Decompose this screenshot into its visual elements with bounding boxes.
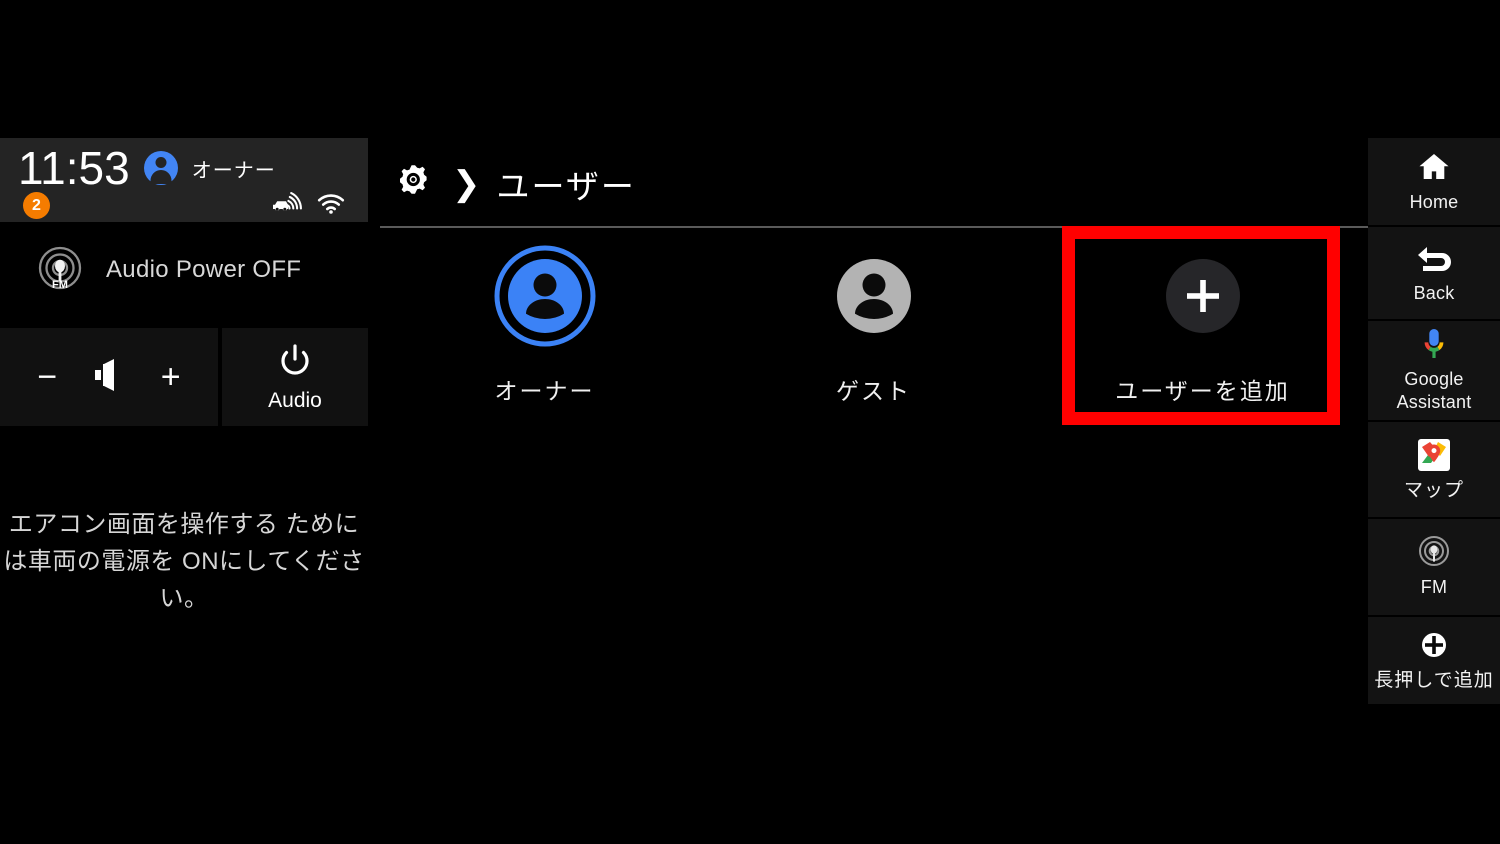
fm-broadcast-icon xyxy=(1417,535,1451,569)
sidebar-item-fm[interactable]: FM xyxy=(1368,519,1500,615)
power-icon xyxy=(275,342,315,385)
audio-control-row: − + Audio xyxy=(0,328,368,426)
user-label: ユーザーを追加 xyxy=(1115,378,1290,404)
volume-down-button[interactable]: − xyxy=(26,360,68,394)
clock: 11:53 xyxy=(18,142,130,194)
plus-icon xyxy=(1165,259,1240,333)
car-signal-icon xyxy=(272,191,302,220)
user-tile-guest[interactable]: ゲスト xyxy=(709,230,1038,430)
sidebar-item-add-shortcut[interactable]: 長押しで追加 xyxy=(1368,616,1500,704)
svg-text:FM: FM xyxy=(52,279,68,291)
google-assistant-mic-icon xyxy=(1420,327,1448,361)
sidebar-item-label: Home xyxy=(1409,191,1459,212)
sidebar-item-label: FM xyxy=(1420,576,1448,597)
main-content: ❯ ユーザー オーナー ゲスト ユーザーを追加 xyxy=(380,138,1368,718)
audio-source-label: Audio Power OFF xyxy=(106,256,302,283)
breadcrumb-separator-icon: ❯ xyxy=(452,165,481,203)
back-arrow-icon xyxy=(1414,241,1454,275)
add-user-button[interactable]: ユーザーを追加 xyxy=(1038,230,1367,430)
audio-source-row[interactable]: FM Audio Power OFF xyxy=(0,234,368,306)
audio-power-label: Audio xyxy=(268,388,322,412)
person-avatar-icon xyxy=(493,244,597,348)
user-tile-owner[interactable]: オーナー xyxy=(380,230,709,430)
person-avatar-icon xyxy=(822,244,926,348)
breadcrumb: ❯ ユーザー xyxy=(394,152,636,216)
user-list: オーナー ゲスト ユーザーを追加 xyxy=(380,230,1368,460)
user-label: オーナー xyxy=(494,378,595,404)
notification-badge[interactable]: 2 xyxy=(23,192,50,219)
user-label: ゲスト xyxy=(836,378,911,404)
status-bar-secondary-row: 2 xyxy=(0,190,368,222)
home-icon xyxy=(1417,150,1451,184)
page-title: ユーザー xyxy=(496,168,636,205)
sidebar-item-home[interactable]: Home xyxy=(1368,138,1500,226)
header-divider xyxy=(380,226,1368,228)
status-bar-primary-row: 11:53 オーナー xyxy=(18,142,276,194)
left-panel: 11:53 オーナー 2 FM Audio Power OFF − + Audi… xyxy=(0,138,368,698)
sidebar-item-maps[interactable]: マップ xyxy=(1368,422,1500,518)
volume-up-button[interactable]: + xyxy=(150,360,192,394)
current-user-avatar-icon xyxy=(143,151,178,185)
fm-broadcast-icon: FM xyxy=(34,244,86,296)
hvac-unavailable-message: エアコン画面を操作する ためには車両の電源を ONにしてください。 xyxy=(3,511,365,612)
volume-control-group: − + xyxy=(0,328,218,426)
sidebar-item-back[interactable]: Back xyxy=(1368,227,1500,319)
sidebar-item-google-assistant[interactable]: Google Assistant xyxy=(1368,320,1500,420)
wifi-icon xyxy=(316,191,346,220)
infotainment-screen: 11:53 オーナー 2 FM Audio Power OFF − + Audi… xyxy=(0,0,1500,844)
sidebar-item-label: Google Assistant xyxy=(1396,368,1472,412)
google-maps-icon xyxy=(1418,438,1450,472)
speaker-icon[interactable] xyxy=(89,356,129,399)
status-icon-group xyxy=(272,190,346,220)
right-sidebar: Home Back Google Assistant マップ FM 長押しで追加 xyxy=(1368,138,1500,704)
gear-icon[interactable] xyxy=(394,161,436,208)
audio-power-button[interactable]: Audio xyxy=(222,328,368,426)
status-bar[interactable]: 11:53 オーナー 2 xyxy=(0,138,368,222)
sidebar-item-label: 長押しで追加 xyxy=(1374,670,1494,692)
add-user-icon-wrap xyxy=(1151,244,1255,348)
current-user-name: オーナー xyxy=(191,159,276,182)
plus-circle-icon xyxy=(1419,628,1449,662)
sidebar-item-label: マップ xyxy=(1403,479,1464,501)
sidebar-item-label: Back xyxy=(1413,283,1455,304)
